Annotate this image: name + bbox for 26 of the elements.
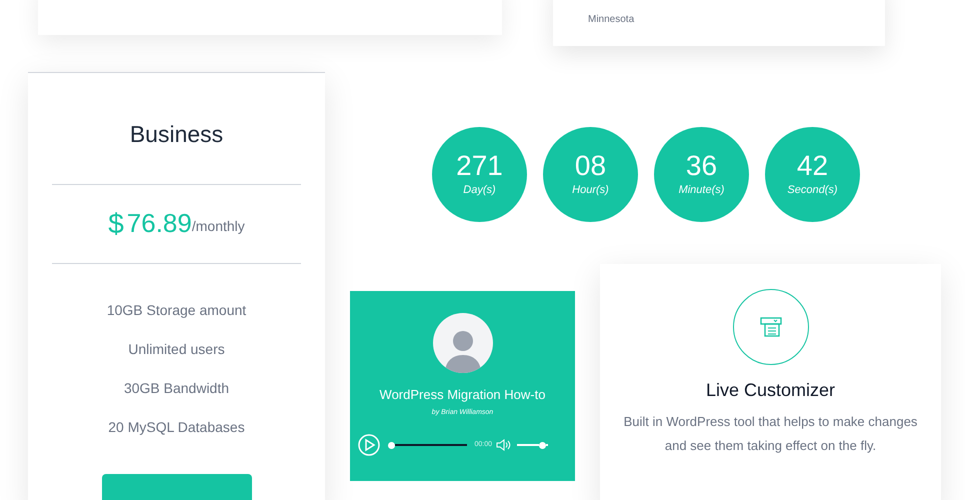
cta-button[interactable] [102,474,252,500]
location-text: Minnesota [588,14,634,25]
volume-track[interactable] [517,442,548,448]
feature-item: 20 MySQL Databases [108,418,245,437]
panel-icon [760,316,782,338]
countdown-unit: Hour(s) [572,183,609,198]
volume-icon[interactable] [496,439,512,451]
audio-title: WordPress Migration How-to [380,386,546,404]
feature-item: 10GB Storage amount [106,300,246,320]
countdown-value: 08 [574,150,606,182]
countdown-value: 42 [796,150,828,182]
feature-description: Built in WordPress tool that helps to make changes and see them taking effect on the fly. [622,413,918,455]
feature-title: Live Customizer [706,379,836,402]
countdown-value: 36 [686,150,718,182]
countdown-unit: Minute(s) [678,183,724,198]
countdown-unit: Second(s) [787,183,838,198]
plan-name: Business [130,120,224,149]
countdown-value: 271 [456,150,503,182]
progress-track[interactable] [388,442,466,448]
play-icon[interactable] [358,434,380,456]
countdown-unit: Day(s) [463,183,496,198]
feature-item: 30GB Bandwidth [124,378,230,398]
feature-item: Unlimited users [128,340,225,358]
price: $76.89/monthly [108,206,245,240]
volume-thumb[interactable] [538,442,546,448]
progress-thumb[interactable] [388,442,394,448]
